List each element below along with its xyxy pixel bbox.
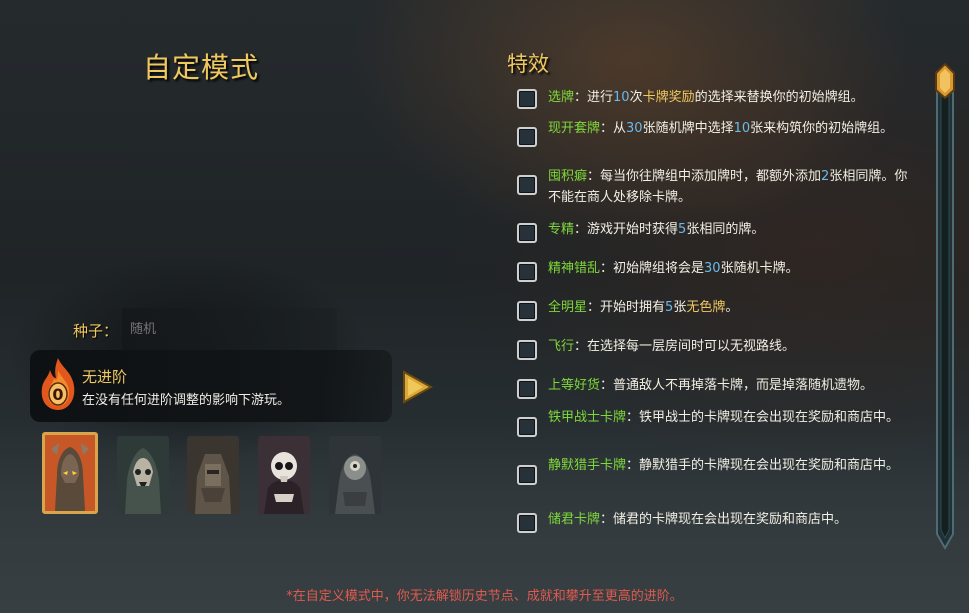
- defect-portrait-icon: [187, 436, 239, 514]
- effect-name: 飞行: [548, 339, 575, 354]
- effect-name: 上等好货: [548, 378, 601, 393]
- effect-description: 选牌：进行10次卡牌奖励的选择来替换你的初始牌组。: [548, 87, 913, 108]
- effect-text: ：从: [600, 121, 627, 136]
- custom-mode-screen: 自定模式 特效 选牌：进行10次卡牌奖励的选择来替换你的初始牌组。 现开套牌：从3…: [0, 0, 969, 613]
- effect-description: 储君卡牌：储君的卡牌现在会出现在奖励和商店中。: [548, 509, 913, 530]
- effect-text: 张随机卡牌。: [720, 261, 799, 276]
- watcher-portrait-icon: [329, 436, 381, 514]
- effect-checkbox[interactable]: [517, 417, 537, 437]
- effect-number: 10: [733, 121, 751, 136]
- effect-name: 现开套牌: [548, 121, 601, 136]
- effect-text: 次: [629, 90, 643, 105]
- effect-checkbox[interactable]: [517, 340, 537, 360]
- effect-name: 储君卡牌: [548, 512, 601, 527]
- effect-checkbox[interactable]: [517, 175, 537, 195]
- effect-text: 张: [673, 300, 687, 315]
- scrollbar-handle[interactable]: [934, 63, 956, 99]
- seed-label: 种子：: [73, 322, 119, 340]
- effect-text: 的选择来替换你的初始牌组。: [694, 90, 864, 105]
- effect-text: ：初始牌组将会是: [600, 261, 705, 276]
- effect-checkbox[interactable]: [517, 465, 537, 485]
- effect-text: ：静默猎手的卡牌现在会出现在奖励和商店中。: [626, 458, 900, 473]
- effect-text: 张随机牌中选择: [642, 121, 734, 136]
- effect-text: ：每当你往牌组中添加牌时，都额外添加: [587, 169, 822, 184]
- ascension-description: 在没有任何进阶调整的影响下游玩。: [82, 393, 291, 408]
- effect-name: 囤积癖: [548, 169, 588, 184]
- effect-number: 10: [613, 90, 630, 105]
- effect-text: ：在选择每一层房间时可以无视路线。: [574, 339, 796, 354]
- effect-text: 张相同的牌。: [686, 222, 765, 237]
- effect-checkbox[interactable]: [517, 127, 537, 147]
- scrollbar-track[interactable]: [931, 68, 959, 552]
- character-watcher[interactable]: [329, 436, 381, 514]
- effect-checkbox[interactable]: [517, 301, 537, 321]
- effect-description: 全明星：开始时拥有5张无色牌。: [548, 297, 913, 318]
- character-defect[interactable]: [187, 436, 239, 514]
- effect-description: 铁甲战士卡牌：铁甲战士的卡牌现在会出现在奖励和商店中。: [548, 407, 913, 428]
- effect-name: 精神错乱: [548, 261, 601, 276]
- effect-name: 专精: [548, 222, 575, 237]
- skeleton-portrait-icon: [258, 436, 310, 514]
- ascension-panel: 0 无进阶 在没有任何进阶调整的影响下游玩。: [30, 350, 392, 422]
- effect-number: 30: [626, 121, 643, 136]
- effect-name: 铁甲战士卡牌: [548, 410, 627, 425]
- effect-name: 全明星: [548, 300, 588, 315]
- effect-text: ：储君的卡牌现在会出现在奖励和商店中。: [600, 512, 848, 527]
- page-title: 自定模式: [143, 51, 260, 84]
- effect-checkbox[interactable]: [517, 379, 537, 399]
- effect-text: ：普通敌人不再掉落卡牌，而是掉落随机遗物。: [600, 378, 874, 393]
- effect-text: ：开始时拥有: [587, 300, 666, 315]
- ascension-title: 无进阶: [82, 368, 128, 386]
- character-silent[interactable]: [117, 436, 169, 514]
- effect-text: ：进行: [574, 90, 614, 105]
- ascension-flame-icon: 0: [41, 358, 75, 410]
- effect-description: 专精：游戏开始时获得5张相同的牌。: [548, 219, 913, 240]
- character-ironclad[interactable]: [42, 432, 98, 514]
- effect-name: 静默猎手卡牌: [548, 458, 627, 473]
- effect-description: 囤积癖：每当你往牌组中添加牌时，都额外添加2张相同牌。你不能在商人处移除卡牌。: [548, 166, 913, 208]
- effect-checkbox[interactable]: [517, 262, 537, 282]
- effect-keyword: 无色牌: [686, 300, 726, 315]
- seed-input[interactable]: [122, 308, 337, 350]
- effect-text: ：游戏开始时获得: [574, 222, 679, 237]
- effects-heading: 特效: [507, 52, 549, 76]
- character-skeleton[interactable]: [258, 436, 310, 514]
- effect-keyword: 卡牌奖励: [642, 90, 695, 105]
- ironclad-portrait-icon: [45, 435, 95, 511]
- effect-text: 张来构筑你的初始牌组。: [750, 121, 894, 136]
- effect-text: 。: [725, 300, 739, 315]
- effect-name: 选牌: [548, 90, 575, 105]
- effect-description: 上等好货：普通敌人不再掉落卡牌，而是掉落随机遗物。: [548, 375, 913, 396]
- ascension-level: 0: [52, 385, 63, 404]
- effect-checkbox[interactable]: [517, 223, 537, 243]
- footer-warning: *在自定义模式中，你无法解锁历史节点、成就和攀升至更高的进阶。: [286, 589, 683, 604]
- effect-text: ：铁甲战士的卡牌现在会出现在奖励和商店中。: [626, 410, 900, 425]
- silent-portrait-icon: [117, 436, 169, 514]
- effect-description: 现开套牌：从30张随机牌中选择10张来构筑你的初始牌组。: [548, 118, 913, 139]
- effect-description: 精神错乱：初始牌组将会是30张随机卡牌。: [548, 258, 913, 279]
- ascension-next-arrow-icon[interactable]: [401, 370, 433, 404]
- effect-description: 飞行：在选择每一层房间时可以无视路线。: [548, 336, 913, 357]
- effect-description: 静默猎手卡牌：静默猎手的卡牌现在会出现在奖励和商店中。: [548, 455, 913, 476]
- effect-checkbox[interactable]: [517, 513, 537, 533]
- effect-checkbox[interactable]: [517, 89, 537, 109]
- effect-number: 30: [704, 261, 721, 276]
